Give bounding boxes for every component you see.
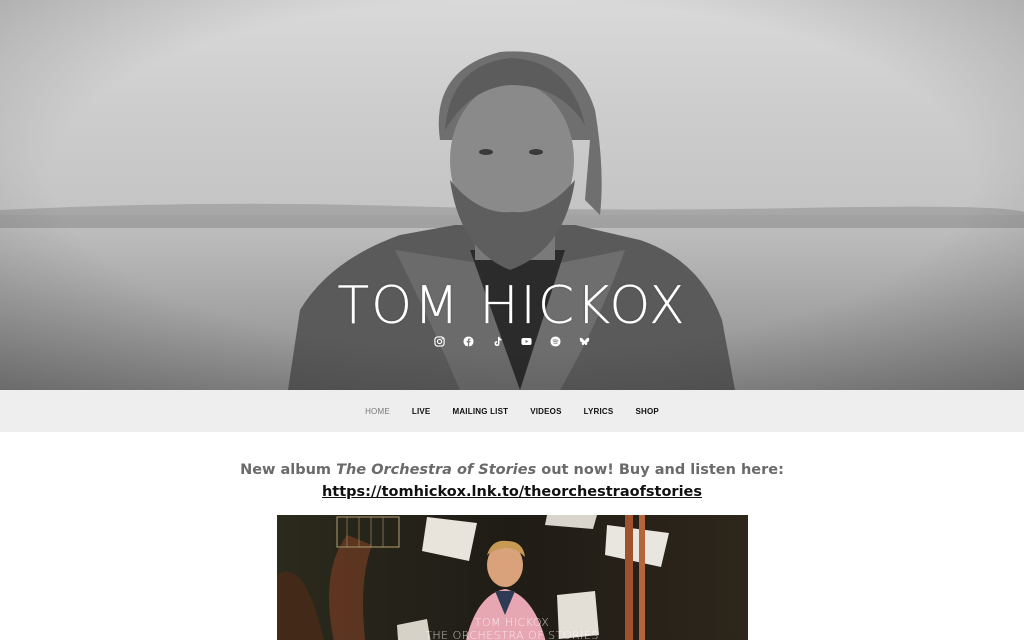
youtube-icon[interactable] — [520, 335, 533, 348]
nav-item-mailing-list[interactable]: MAILING LIST — [441, 407, 519, 416]
announce-suffix: out now! Buy and listen here: — [536, 462, 784, 478]
site-title[interactable]: TOM HICKOX — [0, 276, 1024, 336]
nav-item-home[interactable]: HOME — [354, 407, 401, 416]
tiktok-icon[interactable] — [491, 335, 504, 348]
social-links — [0, 335, 1024, 348]
spotify-icon[interactable] — [549, 335, 562, 348]
instagram-icon[interactable] — [433, 335, 446, 348]
hero-banner: TOM HICKOX — [0, 0, 1024, 390]
album-link[interactable]: https://tomhickox.lnk.to/theorchestraofs… — [322, 484, 702, 500]
main-content: New album The Orchestra of Stories out n… — [0, 432, 1024, 640]
album-cover-title: THE ORCHESTRA OF STORIES — [425, 629, 599, 640]
main-nav: HOME LIVE MAILING LIST VIDEOS LYRICS SHO… — [0, 390, 1024, 432]
album-title: The Orchestra of Stories — [336, 462, 537, 478]
nav-item-lyrics[interactable]: LYRICS — [573, 407, 625, 416]
bluesky-icon[interactable] — [578, 335, 591, 348]
album-cover-artist: TOM HICKOX — [474, 616, 550, 629]
nav-item-live[interactable]: LIVE — [401, 407, 442, 416]
facebook-icon[interactable] — [462, 335, 475, 348]
nav-item-shop[interactable]: SHOP — [624, 407, 669, 416]
nav-item-videos[interactable]: VIDEOS — [519, 407, 572, 416]
album-announcement: New album The Orchestra of Stories out n… — [0, 460, 1024, 481]
album-cover-image[interactable]: TOM HICKOX THE ORCHESTRA OF STORIES — [276, 515, 748, 640]
announce-prefix: New album — [240, 462, 337, 478]
